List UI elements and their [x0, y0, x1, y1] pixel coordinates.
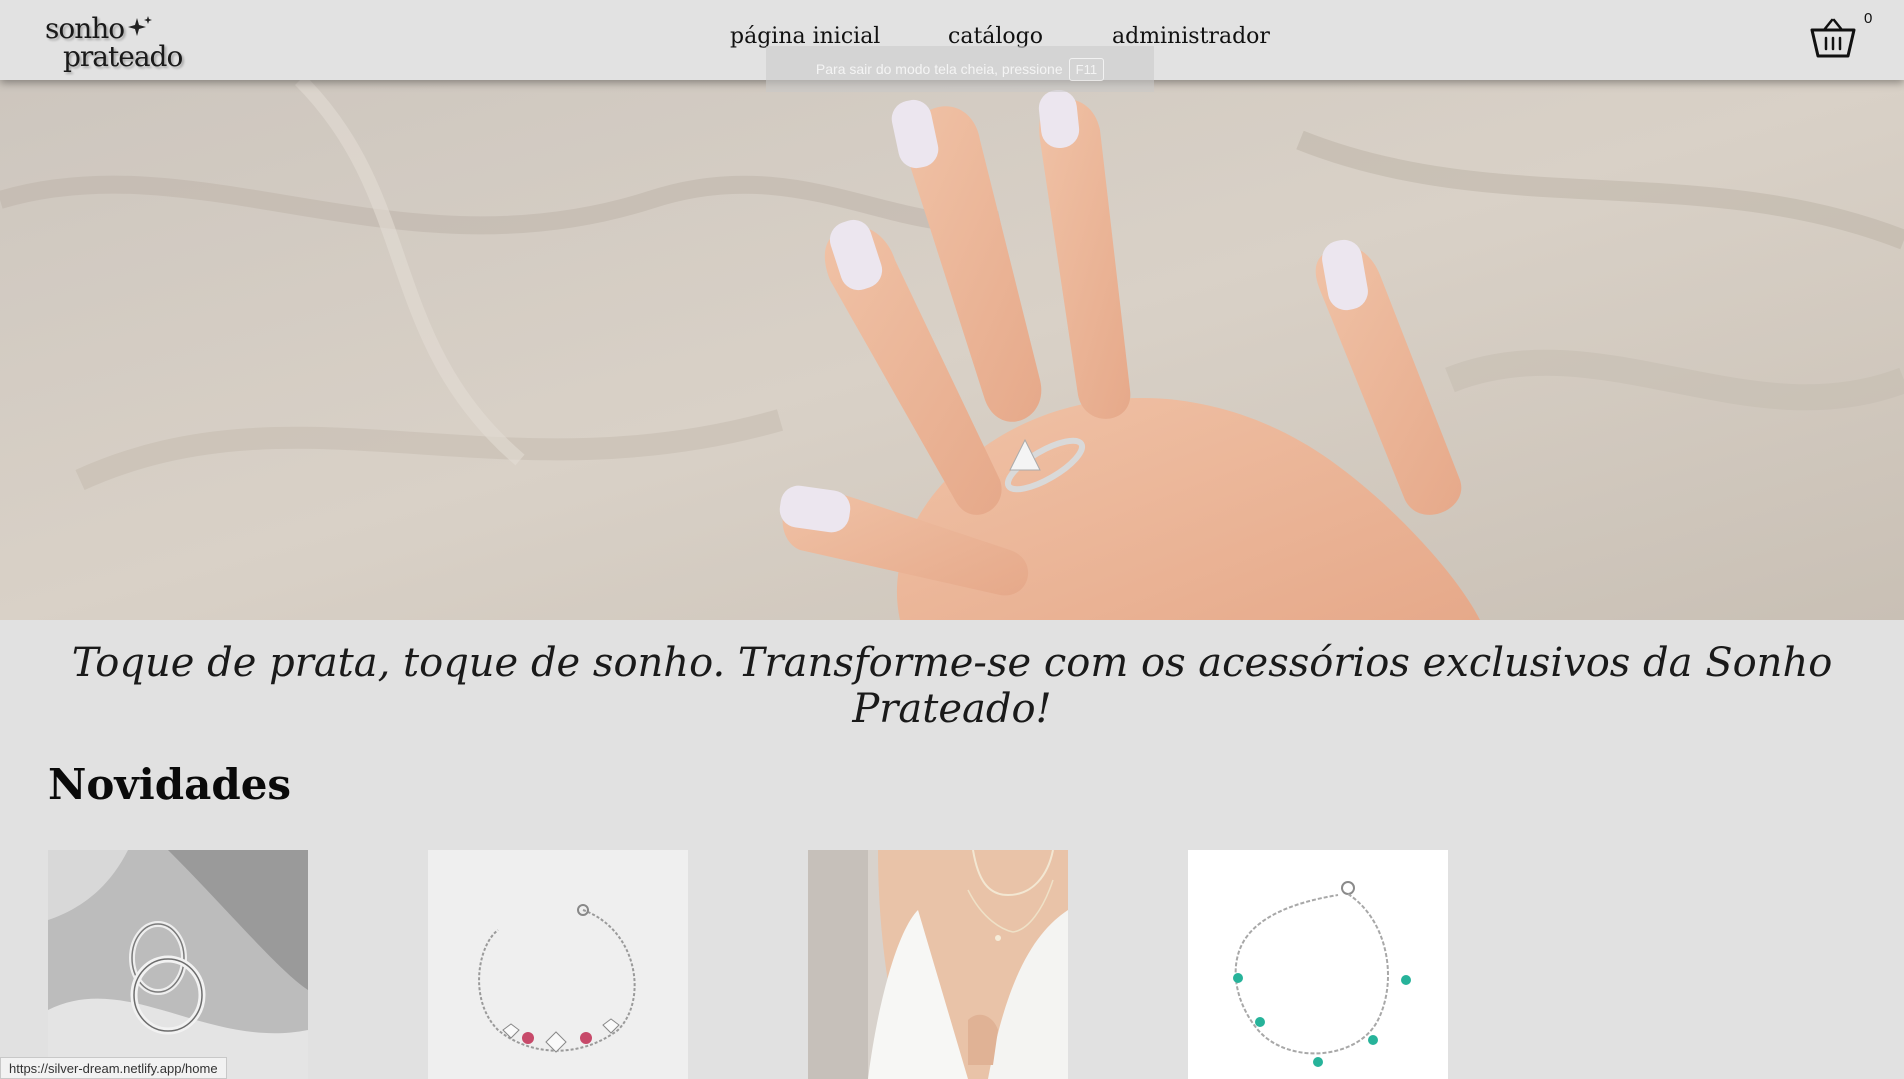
product-card-2[interactable] [428, 850, 688, 1079]
woman-wearing-necklace-image [808, 850, 1068, 1079]
product-card-1[interactable] [48, 850, 308, 1079]
cart-basket-icon[interactable] [1808, 16, 1858, 62]
fullscreen-notice-text: Para sair do modo tela cheia, pressione [815, 61, 1063, 77]
turquoise-charm-bracelet-image [1188, 850, 1448, 1079]
fullscreen-exit-notice: Para sair do modo tela cheia, pressione … [766, 46, 1154, 92]
product-card-4[interactable] [1188, 850, 1448, 1079]
heart-charm-bracelet-image [428, 850, 688, 1079]
silver-hoop-earrings-image [48, 850, 308, 1079]
brand-tagline: Toque de prata, toque de sonho. Transfor… [71, 640, 1833, 732]
hand-with-ring-on-sand-image [0, 80, 1904, 620]
news-section-title: Novidades [48, 760, 292, 809]
status-bar-url: https://silver-dream.netlify.app/home [0, 1057, 227, 1079]
fullscreen-key-badge: F11 [1068, 57, 1105, 81]
hero-banner-image [0, 80, 1904, 620]
cart-count-badge: 0 [1864, 10, 1873, 27]
product-card-3[interactable] [808, 850, 1068, 1079]
